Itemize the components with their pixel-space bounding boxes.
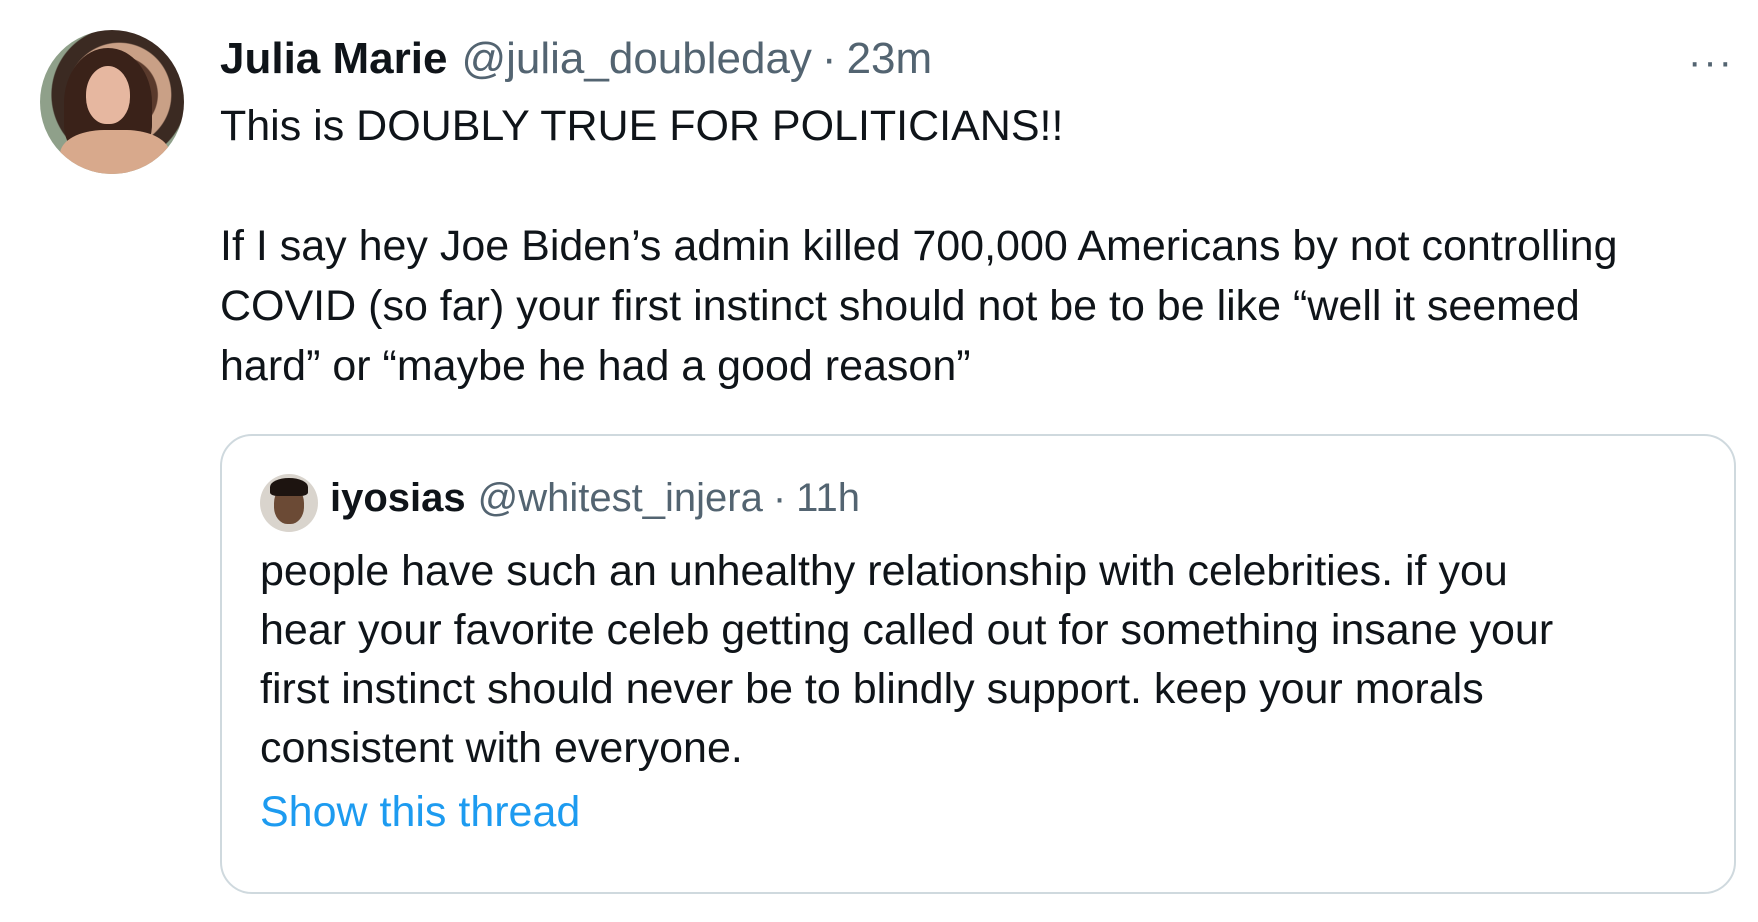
more-options-icon[interactable]: ···	[1688, 42, 1734, 82]
author-name[interactable]: Julia Marie	[220, 34, 447, 84]
show-thread-link[interactable]: Show this thread	[260, 788, 580, 837]
avatar-face	[86, 66, 130, 124]
quoted-author-handle[interactable]: @whitest_injera	[478, 476, 763, 521]
quoted-tweet[interactable]: iyosias @whitest_injera · 11h people hav…	[220, 434, 1736, 894]
avatar-body	[60, 130, 170, 174]
tweet-timestamp[interactable]: 23m	[847, 34, 933, 84]
quoted-author-avatar[interactable]	[260, 474, 318, 532]
quoted-avatar-hair	[270, 478, 308, 496]
quoted-header-separator: ·	[772, 476, 787, 520]
header-separator: ·	[821, 34, 837, 83]
author-handle[interactable]: @julia_doubleday	[461, 34, 811, 84]
tweet-header: Julia Marie @julia_doubleday · 23m	[220, 34, 932, 84]
quoted-tweet-header: iyosias @whitest_injera · 11h	[330, 476, 860, 521]
tweet: Julia Marie @julia_doubleday · 23m ··· T…	[0, 0, 1758, 922]
quoted-author-name[interactable]: iyosias	[330, 476, 466, 521]
author-avatar[interactable]	[40, 30, 184, 174]
quoted-tweet-timestamp[interactable]: 11h	[796, 476, 860, 521]
quoted-tweet-text: people have such an unhealthy relationsh…	[260, 547, 1554, 772]
tweet-text: This is DOUBLY TRUE FOR POLITICIANS!! If…	[220, 102, 1618, 390]
